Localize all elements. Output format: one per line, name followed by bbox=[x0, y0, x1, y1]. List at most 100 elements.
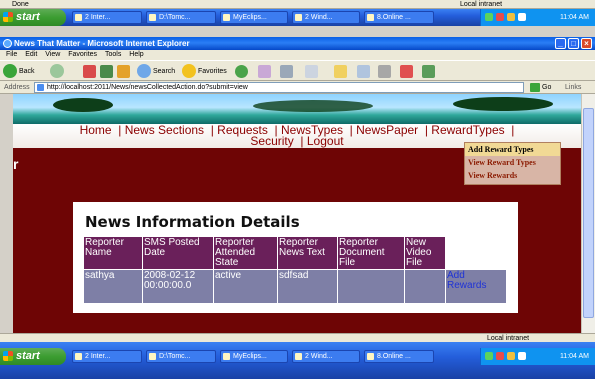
taskbar-item[interactable]: 2 Wind... bbox=[292, 11, 360, 24]
stop-icon[interactable] bbox=[83, 65, 96, 78]
search-button[interactable]: Search bbox=[137, 64, 175, 79]
go-button[interactable]: Go bbox=[530, 82, 556, 93]
star-icon bbox=[182, 64, 196, 79]
column-header: Reporter Attended State bbox=[214, 237, 277, 269]
start-button[interactable]: start bbox=[0, 9, 66, 26]
top-taskbar: start 2 Inter... D:\Tomc... MyEclips... … bbox=[0, 9, 595, 26]
zone-indicator: Local intranet bbox=[460, 1, 503, 8]
partial-title: r bbox=[13, 156, 19, 172]
column-header: SMS Posted Date bbox=[143, 237, 213, 269]
print-icon[interactable] bbox=[280, 65, 293, 78]
menu-favorites[interactable]: Favorites bbox=[68, 51, 97, 58]
column-header bbox=[446, 237, 506, 269]
taskbar-item[interactable]: 2 Inter... bbox=[72, 11, 142, 24]
windows-flag-icon bbox=[3, 351, 13, 361]
address-bar: Address http://localhost:2011/News/newsC… bbox=[0, 81, 595, 94]
close-button[interactable]: × bbox=[581, 38, 592, 49]
column-header: Reporter Document File bbox=[338, 237, 404, 269]
ie-icon bbox=[3, 39, 12, 48]
favorites-label: Favorites bbox=[198, 68, 227, 75]
clock: 11:04 AM bbox=[559, 14, 589, 21]
bottom-taskbar: start 2 Inter... D:\Tomc... MyEclips... … bbox=[0, 342, 595, 379]
url-input[interactable]: http://localhost:2011/News/newsCollected… bbox=[34, 82, 524, 93]
taskbar-item[interactable]: D:\Tomc... bbox=[146, 11, 216, 24]
folder-icon[interactable] bbox=[334, 65, 347, 78]
messenger-icon[interactable] bbox=[400, 65, 413, 78]
favorites-button[interactable]: Favorites bbox=[182, 64, 227, 79]
palm-decoration bbox=[53, 98, 113, 112]
volume-icon[interactable] bbox=[507, 13, 515, 21]
history-icon[interactable] bbox=[235, 65, 248, 78]
taskbar-item[interactable]: D:\Tomc... bbox=[146, 350, 216, 363]
vertical-scrollbar[interactable] bbox=[581, 94, 595, 333]
menu-bar: File Edit View Favorites Tools Help bbox=[0, 50, 595, 60]
system-tray: 11:04 AM bbox=[480, 348, 595, 365]
clock: 11:04 AM bbox=[559, 353, 589, 360]
previous-status-bar: Done Local intranet bbox=[0, 0, 595, 9]
status-text: Done bbox=[12, 1, 29, 8]
toolbar: Back Search Favorites bbox=[0, 60, 595, 81]
scrollbar-thumb[interactable] bbox=[583, 108, 594, 318]
network-icon[interactable] bbox=[485, 13, 493, 21]
add-rewards-link[interactable]: Add Rewards bbox=[446, 270, 506, 303]
tools-icon[interactable] bbox=[357, 65, 370, 78]
taskbar-item[interactable]: 2 Inter... bbox=[72, 350, 142, 363]
back-button[interactable]: Back bbox=[3, 64, 35, 79]
menu-item-view-reward-types[interactable]: View Reward Types bbox=[465, 156, 560, 169]
window-title: News That Matter - Microsoft Internet Ex… bbox=[14, 39, 190, 48]
menu-file[interactable]: File bbox=[6, 51, 17, 58]
menu-item-view-rewards[interactable]: View Rewards bbox=[465, 169, 560, 182]
address-label: Address bbox=[4, 84, 30, 91]
palm-decoration bbox=[253, 100, 373, 112]
cell-document-file bbox=[338, 270, 404, 303]
web-page: Home | News Sections | Requests | NewsTy… bbox=[13, 94, 581, 333]
header-banner bbox=[13, 94, 581, 124]
taskbar-item[interactable]: 2 Wind... bbox=[292, 350, 360, 363]
taskbar-item[interactable]: MyEclips... bbox=[220, 350, 288, 363]
links-button[interactable]: Links bbox=[565, 81, 581, 94]
extension-icon[interactable] bbox=[422, 65, 435, 78]
start-label: start bbox=[16, 350, 40, 362]
tray-app-icon[interactable] bbox=[518, 352, 526, 360]
security-icon[interactable] bbox=[496, 352, 504, 360]
security-icon[interactable] bbox=[496, 13, 504, 21]
system-tray: 11:04 AM bbox=[480, 9, 595, 26]
column-header: Reporter News Text bbox=[278, 237, 337, 269]
tray-app-icon[interactable] bbox=[518, 13, 526, 21]
research-icon[interactable] bbox=[378, 65, 391, 78]
taskbar-item[interactable]: MyEclips... bbox=[220, 11, 288, 24]
refresh-icon[interactable] bbox=[100, 65, 113, 78]
maximize-button[interactable]: □ bbox=[568, 38, 579, 49]
minimize-button[interactable]: _ bbox=[555, 38, 566, 49]
start-label: start bbox=[16, 11, 40, 23]
news-table: Reporter Name SMS Posted Date Reporter A… bbox=[83, 236, 507, 304]
page-title: News Information Details bbox=[85, 213, 300, 231]
home-icon[interactable] bbox=[117, 65, 130, 78]
start-button[interactable]: start bbox=[0, 348, 66, 365]
volume-icon[interactable] bbox=[507, 352, 515, 360]
table-row: sathya 2008-02-12 00:00:00.0 active sdfs… bbox=[84, 270, 506, 303]
menu-tools[interactable]: Tools bbox=[105, 51, 121, 58]
menu-help[interactable]: Help bbox=[129, 51, 143, 58]
palm-decoration bbox=[453, 97, 553, 111]
taskbar-item[interactable]: 8.Online ... bbox=[364, 11, 434, 24]
search-icon bbox=[137, 64, 151, 79]
menu-edit[interactable]: Edit bbox=[25, 51, 37, 58]
column-header: New Video File bbox=[405, 237, 445, 269]
details-panel: News Information Details Reporter Name S… bbox=[73, 202, 518, 313]
column-header: Reporter Name bbox=[84, 237, 142, 269]
edit-icon[interactable] bbox=[305, 65, 318, 78]
menu-item-add-reward-types[interactable]: Add Reward Types bbox=[465, 143, 560, 156]
cell-news-text: sdfsad bbox=[278, 270, 337, 303]
cell-state: active bbox=[214, 270, 277, 303]
network-icon[interactable] bbox=[485, 352, 493, 360]
menu-view[interactable]: View bbox=[45, 51, 60, 58]
search-label: Search bbox=[153, 68, 176, 75]
cell-sms-date: 2008-02-12 00:00:00.0 bbox=[143, 270, 213, 303]
window-titlebar: News That Matter - Microsoft Internet Ex… bbox=[0, 37, 595, 50]
mail-icon[interactable] bbox=[258, 65, 271, 78]
cell-reporter-name: sathya bbox=[84, 270, 142, 303]
forward-button[interactable] bbox=[50, 64, 66, 79]
taskbar-item[interactable]: 8.Online ... bbox=[364, 350, 434, 363]
reward-types-dropdown: Add Reward Types View Reward Types View … bbox=[464, 142, 561, 185]
